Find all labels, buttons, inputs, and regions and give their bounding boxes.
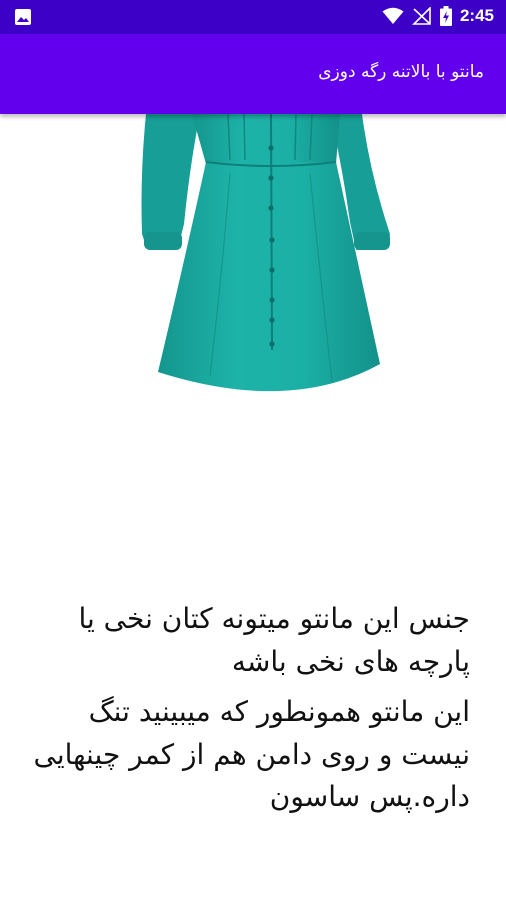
clock: 2:45 bbox=[459, 6, 494, 25]
product-description: جنس این مانتو میتونه کتان نخی یا پارچه ه… bbox=[18, 598, 470, 827]
teal-shirt-dress-icon bbox=[141, 114, 390, 392]
description-paragraph-2: این مانتو همونطور که میبینید تنگ نیست و … bbox=[33, 695, 470, 814]
status-icons: 2:45 bbox=[382, 6, 494, 26]
app-bar: مانتو با بالاتنه رگه دوزی bbox=[0, 34, 506, 114]
description-paragraph-1: جنس این مانتو میتونه کتان نخی یا پارچه ه… bbox=[78, 602, 470, 678]
wifi-icon bbox=[382, 7, 404, 24]
product-image bbox=[141, 114, 390, 392]
page-title: مانتو با بالاتنه رگه دوزی bbox=[318, 62, 484, 82]
no-signal-icon bbox=[412, 7, 431, 25]
image-icon bbox=[15, 9, 31, 25]
battery-charging-icon bbox=[439, 6, 452, 26]
status-bar: 2:45 bbox=[0, 0, 506, 34]
